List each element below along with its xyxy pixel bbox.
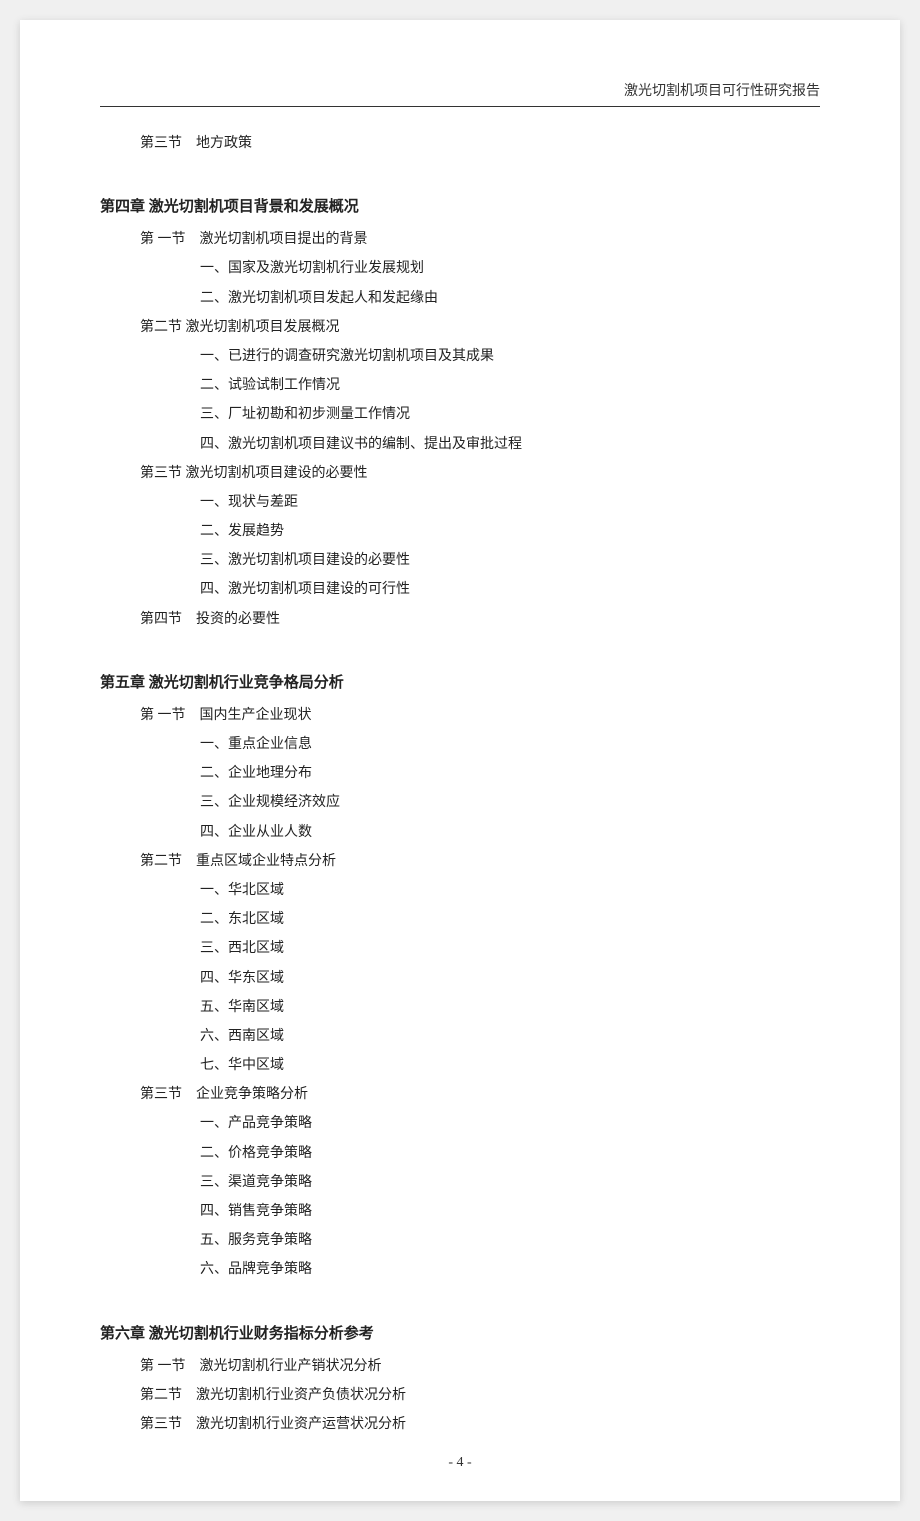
- header-title: 激光切割机项目可行性研究报告: [624, 80, 820, 100]
- section-line: 四、华东区域: [100, 966, 820, 991]
- section-line: 二、试验试制工作情况: [100, 373, 820, 398]
- section-line: 一、已进行的调查研究激光切割机项目及其成果: [100, 344, 820, 369]
- section-line: 第二节 激光切割机项目发展概况: [100, 315, 820, 340]
- chapter-title: 第六章 激光切割机行业财务指标分析参考: [100, 1321, 820, 1348]
- document-content: 第三节 地方政策第四章 激光切割机项目背景和发展概况第 一节 激光切割机项目提出…: [100, 131, 820, 1437]
- section-line: 第二节 重点区域企业特点分析: [100, 849, 820, 874]
- section-line: 一、产品竞争策略: [100, 1111, 820, 1136]
- section-line: 第 一节 激光切割机行业产销状况分析: [100, 1354, 820, 1379]
- spacer: [100, 636, 820, 652]
- section-line: 三、渠道竞争策略: [100, 1170, 820, 1195]
- section-line: 六、品牌竞争策略: [100, 1257, 820, 1282]
- chapter-title: 第五章 激光切割机行业竞争格局分析: [100, 670, 820, 697]
- section-line: 一、重点企业信息: [100, 732, 820, 757]
- section-line: 四、激光切割机项目建设的可行性: [100, 577, 820, 602]
- section-line: 二、东北区域: [100, 907, 820, 932]
- section-line: 四、激光切割机项目建议书的编制、提出及审批过程: [100, 432, 820, 457]
- section-line: 五、服务竞争策略: [100, 1228, 820, 1253]
- section-line: 四、企业从业人数: [100, 820, 820, 845]
- section-line: 第 一节 激光切割机项目提出的背景: [100, 227, 820, 252]
- section-line: 第二节 激光切割机行业资产负债状况分析: [100, 1383, 820, 1408]
- section-line: 一、国家及激光切割机行业发展规划: [100, 256, 820, 281]
- section-line: 第三节 激光切割机行业资产运营状况分析: [100, 1412, 820, 1437]
- section-line: 第 一节 国内生产企业现状: [100, 703, 820, 728]
- section-line: 三、企业规模经济效应: [100, 790, 820, 815]
- section-line: 三、西北区域: [100, 936, 820, 961]
- section-line: 五、华南区域: [100, 995, 820, 1020]
- section-line: 一、现状与差距: [100, 490, 820, 515]
- section-line: 第三节 地方政策: [100, 131, 820, 156]
- section-line: 二、价格竞争策略: [100, 1141, 820, 1166]
- page-header: 激光切割机项目可行性研究报告: [100, 80, 820, 107]
- section-line: 二、企业地理分布: [100, 761, 820, 786]
- section-line: 七、华中区域: [100, 1053, 820, 1078]
- page-number: - 4 -: [448, 1455, 471, 1470]
- page: 激光切割机项目可行性研究报告 第三节 地方政策第四章 激光切割机项目背景和发展概…: [20, 20, 900, 1501]
- page-footer: - 4 -: [20, 1455, 900, 1471]
- spacer: [100, 160, 820, 176]
- section-line: 三、激光切割机项目建设的必要性: [100, 548, 820, 573]
- section-line: 第四节 投资的必要性: [100, 607, 820, 632]
- section-line: 三、厂址初勘和初步测量工作情况: [100, 402, 820, 427]
- section-line: 一、华北区域: [100, 878, 820, 903]
- section-line: 六、西南区域: [100, 1024, 820, 1049]
- chapter-title: 第四章 激光切割机项目背景和发展概况: [100, 194, 820, 221]
- section-line: 二、发展趋势: [100, 519, 820, 544]
- spacer: [100, 1287, 820, 1303]
- section-line: 四、销售竞争策略: [100, 1199, 820, 1224]
- section-line: 二、激光切割机项目发起人和发起缘由: [100, 286, 820, 311]
- section-line: 第三节 激光切割机项目建设的必要性: [100, 461, 820, 486]
- section-line: 第三节 企业竞争策略分析: [100, 1082, 820, 1107]
